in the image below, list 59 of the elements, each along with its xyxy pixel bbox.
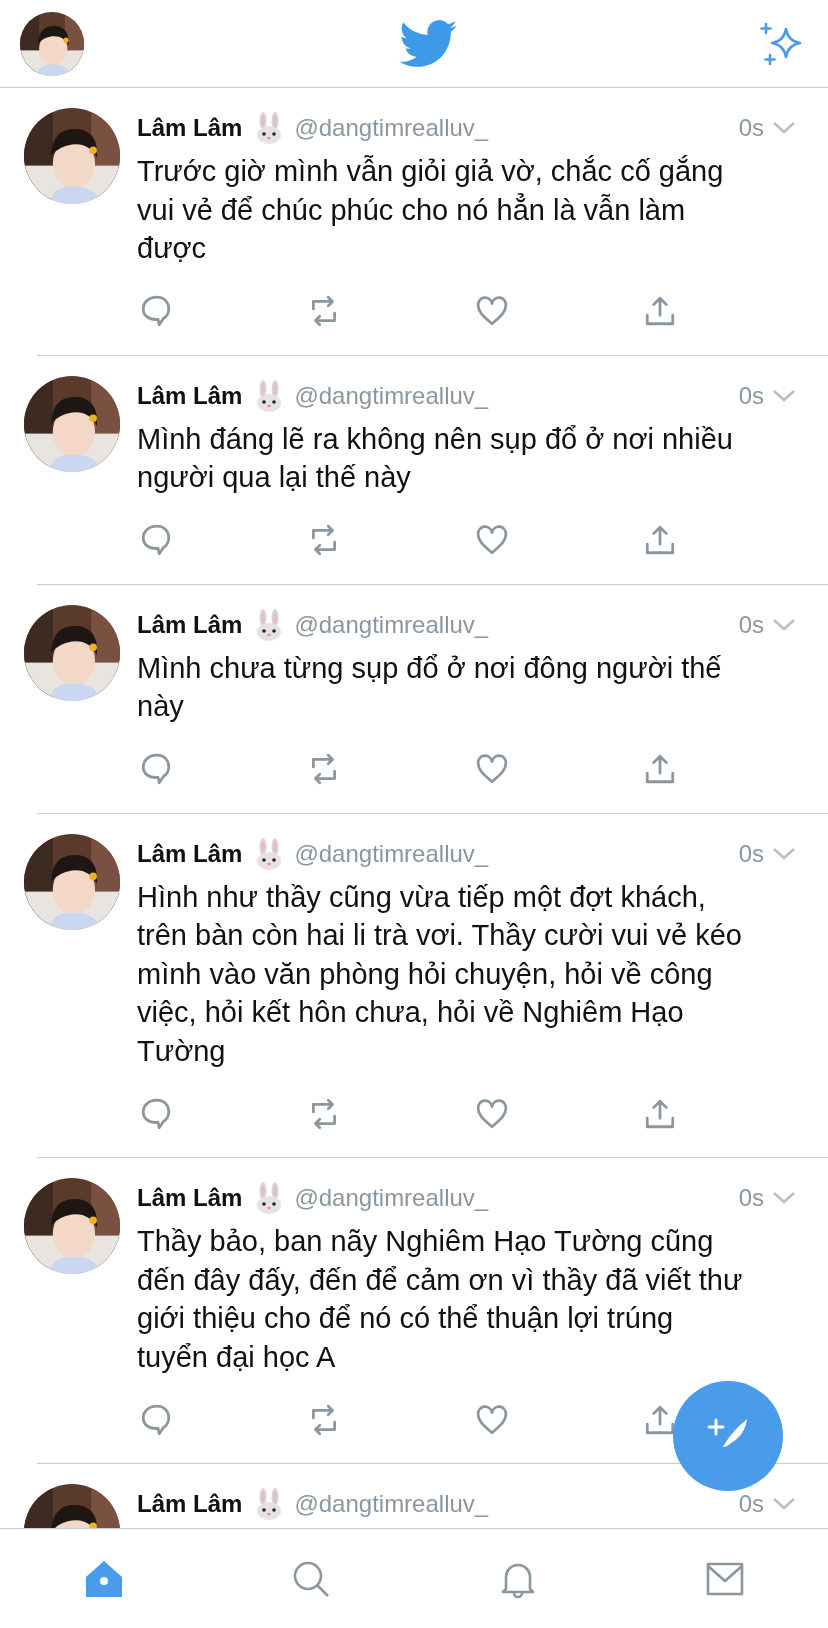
heart-icon — [475, 1402, 509, 1437]
reply-icon — [139, 294, 173, 328]
chevron-down-icon[interactable] — [772, 1191, 796, 1205]
user-name: Lâm Lâm — [137, 114, 243, 142]
tweet-text: Trước giờ mình vẫn giỏi giả vờ, chắc cố gắng vui vẻ để chúc phúc cho nó hẳn là vẫn làm được — [137, 154, 725, 266]
user-handle: @dangtimrealluv_ — [294, 1184, 490, 1212]
user-handle: @dangtimrealluv_ — [294, 381, 490, 410]
share-icon — [643, 294, 677, 328]
share-icon — [643, 752, 677, 786]
chevron-down-icon[interactable] — [772, 1497, 796, 1511]
user-name: Lâm Lâm — [137, 610, 243, 639]
heart-icon — [475, 294, 509, 328]
user-name: Lâm Lâm — [137, 1490, 243, 1518]
heart-button[interactable] — [475, 1402, 509, 1437]
heart-icon — [475, 523, 509, 557]
tweet-time: 0s — [738, 1184, 764, 1212]
heart-icon — [475, 1096, 509, 1131]
user-handle: @dangtimrealluv_ — [294, 839, 490, 868]
heart-icon — [475, 752, 509, 786]
user-handle: @dangtimrealluv_ — [294, 610, 490, 639]
user-name: Lâm Lâm — [137, 1184, 243, 1212]
reply-icon — [139, 523, 173, 557]
chevron-down-icon[interactable] — [772, 846, 796, 861]
reply-button[interactable] — [139, 1402, 173, 1437]
heart-button[interactable] — [475, 294, 509, 328]
tweet-text: Mình chưa từng sụp đổ ở nơi đông người thế này — [137, 650, 723, 724]
tweet-time: 0s — [738, 381, 764, 410]
tweet-text: Thầy bảo, ban nãy Nghiêm Hạo Tường cũng đến đây đấy, đến để cảm ơn vì thầy đã viết thư giới thiệu cho để nó có thể thuận lợi trúng tuyển đại học A — [137, 1224, 744, 1375]
share-icon — [643, 523, 677, 557]
reply-button[interactable] — [139, 1096, 173, 1131]
reply-button[interactable] — [139, 523, 173, 557]
reply-icon — [139, 1402, 173, 1437]
tweet-time: 0s — [738, 1490, 764, 1518]
heart-button[interactable] — [475, 1096, 509, 1131]
reply-icon — [139, 752, 173, 786]
user-name: Lâm Lâm — [137, 381, 243, 410]
user-handle: @dangtimrealluv_ — [294, 114, 490, 142]
user-name: Lâm Lâm — [137, 839, 243, 868]
home-icon — [83, 1558, 124, 1599]
sparkle-icon[interactable] — [758, 20, 804, 67]
tweet-time: 0s — [738, 839, 764, 868]
share-button[interactable] — [643, 752, 677, 786]
tweet-time: 0s — [738, 114, 764, 142]
reply-button[interactable] — [139, 294, 173, 328]
reply-button[interactable] — [139, 752, 173, 786]
share-button[interactable] — [643, 294, 677, 328]
heart-button[interactable] — [475, 523, 509, 557]
tweet-text: Hình như thầy cũng vừa tiếp một đợt khách, trên bàn còn hai li trà vơi. Thầy cười vui vẻ kéo mình vào văn phòng hỏi chuyện, hỏi về công việc, hỏi kết hôn chưa, hỏi về Nghiêm Hạo Tường — [137, 879, 743, 1069]
chevron-down-icon[interactable] — [772, 121, 796, 135]
heart-button[interactable] — [475, 752, 509, 786]
chevron-down-icon[interactable] — [772, 617, 796, 632]
chevron-down-icon[interactable] — [772, 388, 796, 403]
share-button[interactable] — [643, 523, 677, 557]
tweet-time: 0s — [738, 610, 764, 639]
bird-logo-icon[interactable] — [399, 19, 457, 68]
tweet-text: Mình đáng lẽ ra không nên sụp đổ ở nơi nhiều người qua lại thế này — [137, 421, 734, 495]
user-handle: @dangtimrealluv_ — [294, 1490, 490, 1518]
home-tab[interactable] — [83, 1558, 124, 1599]
reply-icon — [139, 1096, 173, 1131]
